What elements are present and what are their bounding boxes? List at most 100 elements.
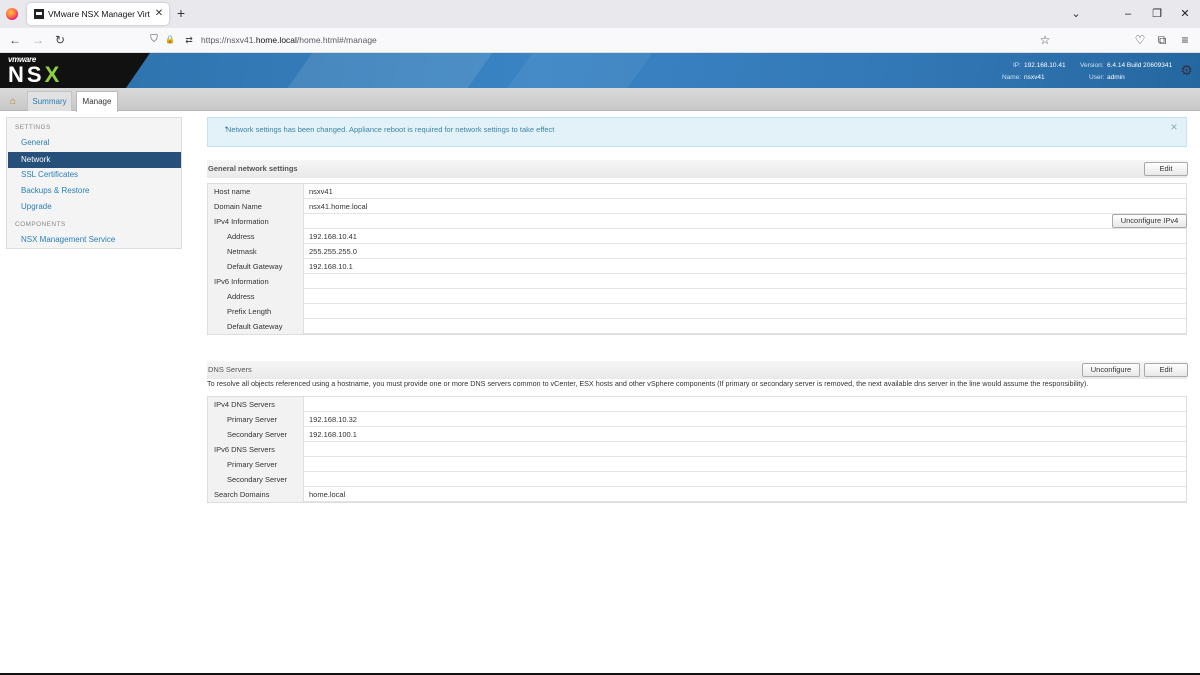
sidebar-item-ssl-certificates[interactable]: SSL Certificates	[8, 167, 181, 183]
bookmark-star-icon[interactable]: ☆	[1037, 32, 1053, 48]
row-label: IPv6 Information	[208, 274, 304, 289]
table-row: IPv6 Information	[208, 274, 1186, 289]
row-label: IPv4 DNS Servers	[208, 397, 304, 412]
row-value	[309, 472, 1109, 487]
shield-icon[interactable]: ⛉	[146, 32, 162, 48]
back-arrow-icon[interactable]: ←	[7, 32, 23, 48]
row-value: nsx41.home.local	[309, 202, 368, 211]
row-label: Prefix Length	[208, 304, 304, 319]
row-value: nsxv41	[309, 187, 333, 196]
sidebar-item-general[interactable]: General	[8, 135, 181, 151]
dns-servers-header: DNS Servers	[207, 361, 1187, 379]
table-row: Address 192.168.10.41	[208, 229, 1186, 244]
extensions-icon[interactable]: ⧉	[1154, 32, 1170, 48]
row-value: 255.255.255.0	[309, 247, 357, 256]
browser-toolbar: ← → ↻ ⛉ 🔒 ⇄ https://nsxv41.home.local/ho…	[0, 28, 1200, 53]
close-icon[interactable]: ✕	[1168, 121, 1180, 133]
table-row: Prefix Length	[208, 304, 1186, 319]
row-label: IPv4 Information	[208, 214, 304, 229]
row-value	[309, 214, 1109, 229]
version-label: Version:	[1080, 62, 1104, 69]
close-tab-icon[interactable]: ✕	[153, 7, 165, 20]
url-text[interactable]: https://nsxv41.home.local/home.html#/man…	[201, 34, 377, 46]
table-row: Secondary Server 192.168.100.1	[208, 427, 1186, 442]
pocket-icon[interactable]: ♡	[1132, 32, 1148, 48]
version-value: 6.4.14 Build 20609341	[1107, 62, 1173, 69]
tab-manage[interactable]: Manage	[76, 91, 118, 112]
unconfigure-dns-button[interactable]: Unconfigure	[1082, 363, 1140, 377]
general-network-table: Host name nsxv41 Domain Name nsx41.home.loc…	[207, 183, 1187, 335]
row-value: 192.168.100.1	[309, 430, 357, 439]
name-value: nsxv41	[1024, 74, 1045, 81]
table-row: Primary Server	[208, 457, 1186, 472]
url-prefix: https://nsxv41.	[201, 35, 256, 45]
row-value	[309, 457, 1109, 472]
reload-icon[interactable]: ↻	[52, 32, 68, 48]
window-close-icon[interactable]: ✕	[1175, 4, 1195, 24]
row-value: 192.168.10.41	[309, 232, 357, 241]
table-row: Secondary Server	[208, 472, 1186, 487]
sidebar-item-upgrade[interactable]: Upgrade	[8, 199, 181, 215]
ip-label: IP:	[1013, 62, 1021, 69]
table-row: Domain Name nsx41.home.local	[208, 199, 1186, 214]
row-label: Netmask	[208, 244, 304, 259]
row-value	[309, 442, 1109, 457]
row-label: Primary Server	[208, 457, 304, 472]
dns-servers-table: IPv4 DNS Servers Primary Server 192.168.10…	[207, 396, 1187, 503]
table-row: Default Gateway 192.168.10.1	[208, 259, 1186, 274]
forward-arrow-icon[interactable]: →	[30, 32, 46, 48]
row-label: Domain Name	[208, 199, 304, 214]
row-label: Default Gateway	[208, 259, 304, 274]
sidebar-item-nsx-management-service[interactable]: NSX Management Service	[8, 232, 181, 248]
section-title: General network settings	[208, 164, 298, 173]
permissions-icon[interactable]: ⇄	[181, 32, 197, 48]
table-row: Host name nsxv41	[208, 184, 1186, 199]
gear-icon[interactable]: ⚙	[1179, 63, 1194, 78]
row-value	[309, 274, 1109, 289]
table-row: IPv4 DNS Servers	[208, 397, 1186, 412]
edit-general-button[interactable]: Edit	[1144, 162, 1188, 176]
sidebar-heading-settings: SETTINGS	[15, 124, 51, 131]
maximize-icon[interactable]: ❐	[1147, 4, 1167, 24]
browser-tab-strip: VMware NSX Manager Virtual Appliance ✕ +…	[0, 0, 1200, 28]
vmware-favicon-icon	[34, 9, 44, 19]
alert-bullet: •	[225, 125, 228, 132]
user-label: User:	[1089, 74, 1105, 81]
row-value	[309, 319, 1109, 334]
sidebar-item-network[interactable]: Network	[8, 152, 181, 168]
sidebar-heading-components: COMPONENTS	[15, 221, 66, 228]
nsx-header: vmware NSX IP: 192.168.10.41 Name: nsxv4…	[0, 53, 1200, 88]
unconfigure-ipv4-button[interactable]: Unconfigure IPv4	[1112, 214, 1187, 228]
table-row: Search Domains home.local	[208, 487, 1186, 502]
section-title: DNS Servers	[208, 365, 252, 374]
url-bar[interactable]: ⛉ 🔒 ⇄ https://nsxv41.home.local/home.htm…	[140, 30, 1060, 50]
tab-summary[interactable]: Summary	[27, 91, 72, 111]
row-value: 192.168.10.1	[309, 262, 353, 271]
chevron-down-icon[interactable]: ⌄	[1068, 6, 1084, 22]
row-label: Primary Server	[208, 412, 304, 427]
firefox-logo-icon[interactable]	[6, 8, 18, 20]
menu-icon[interactable]: ≡	[1177, 32, 1193, 48]
table-row: Primary Server 192.168.10.32	[208, 412, 1186, 427]
edit-dns-button[interactable]: Edit	[1144, 363, 1188, 377]
browser-tab[interactable]: VMware NSX Manager Virtual Appliance ✕	[27, 3, 169, 25]
user-value[interactable]: admin	[1107, 73, 1125, 82]
new-tab-button[interactable]: +	[173, 4, 189, 22]
row-value	[309, 304, 1109, 319]
lock-icon[interactable]: 🔒	[162, 32, 178, 48]
table-row: IPv4 Information	[208, 214, 1186, 229]
table-row: Default Gateway	[208, 319, 1186, 334]
general-network-settings-header: General network settings	[207, 160, 1187, 178]
settings-sidebar: SETTINGS General Network SSL Certificate…	[6, 117, 182, 249]
sidebar-item-backups-restore[interactable]: Backups & Restore	[8, 183, 181, 199]
table-row: Address	[208, 289, 1186, 304]
url-path: /home.html#/manage	[296, 35, 377, 45]
name-label: Name:	[1002, 74, 1022, 81]
row-value: 192.168.10.32	[309, 415, 357, 424]
row-label: Address	[208, 229, 304, 244]
url-domain: home.local	[255, 35, 297, 45]
home-icon[interactable]: ⌂	[3, 92, 23, 111]
row-label: Address	[208, 289, 304, 304]
minimize-icon[interactable]: –	[1118, 4, 1138, 24]
row-label: Default Gateway	[208, 319, 304, 334]
